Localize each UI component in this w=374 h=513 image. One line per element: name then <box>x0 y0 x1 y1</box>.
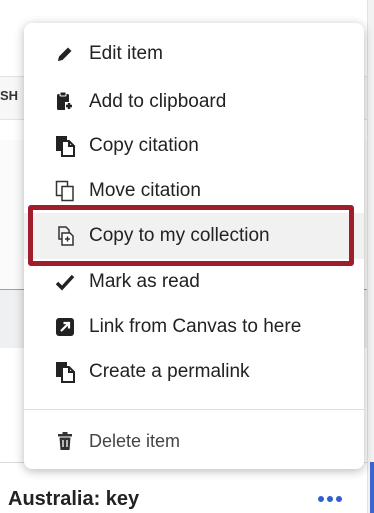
menu-item-label: Move citation <box>89 180 201 201</box>
menu-item-create-permalink[interactable]: Create a permalink <box>24 349 364 395</box>
permalink-icon <box>54 361 76 383</box>
column-header-fragment: SH <box>0 88 19 103</box>
clipboard-icon <box>54 91 76 113</box>
menu-item-mark-as-read[interactable]: Mark as read <box>24 259 364 305</box>
external-link-icon <box>54 316 76 338</box>
menu-item-label: Mark as read <box>89 271 200 292</box>
menu-item-label: Copy to my collection <box>89 225 270 246</box>
menu-item-add-to-clipboard[interactable]: Add to clipboard <box>24 79 364 125</box>
list-item-title[interactable]: Australia: key <box>8 488 139 511</box>
menu-item-label: Create a permalink <box>89 361 250 382</box>
menu-item-label: Delete item <box>89 430 181 451</box>
menu-item-label: Link from Canvas to here <box>89 316 302 337</box>
more-horizontal-icon[interactable] <box>318 496 342 502</box>
menu-item-link-from-canvas[interactable]: Link from Canvas to here <box>24 304 364 350</box>
move-citation-icon <box>54 180 76 202</box>
menu-item-copy-to-my-collection[interactable]: Copy to my collection <box>24 213 364 259</box>
menu-item-copy-citation[interactable]: Copy citation <box>24 123 364 169</box>
menu-item-label: Copy citation <box>89 135 199 156</box>
item-context-menu: Edit item Add to clipboard Copy citation… <box>24 23 364 469</box>
trash-icon <box>54 430 76 452</box>
copy-to-collection-icon <box>54 225 76 247</box>
menu-item-move-citation[interactable]: Move citation <box>24 168 364 214</box>
menu-divider <box>24 409 364 410</box>
pencil-icon <box>54 43 76 65</box>
copy-citation-icon <box>54 135 76 157</box>
menu-item-label: Edit item <box>89 43 163 64</box>
scrollbar[interactable] <box>367 0 374 513</box>
checkmark-icon <box>54 271 76 293</box>
menu-item-delete-item[interactable]: Delete item <box>24 418 364 464</box>
active-item-accent <box>370 462 374 513</box>
menu-item-label: Add to clipboard <box>89 91 227 112</box>
menu-item-edit-item[interactable]: Edit item <box>24 31 364 77</box>
